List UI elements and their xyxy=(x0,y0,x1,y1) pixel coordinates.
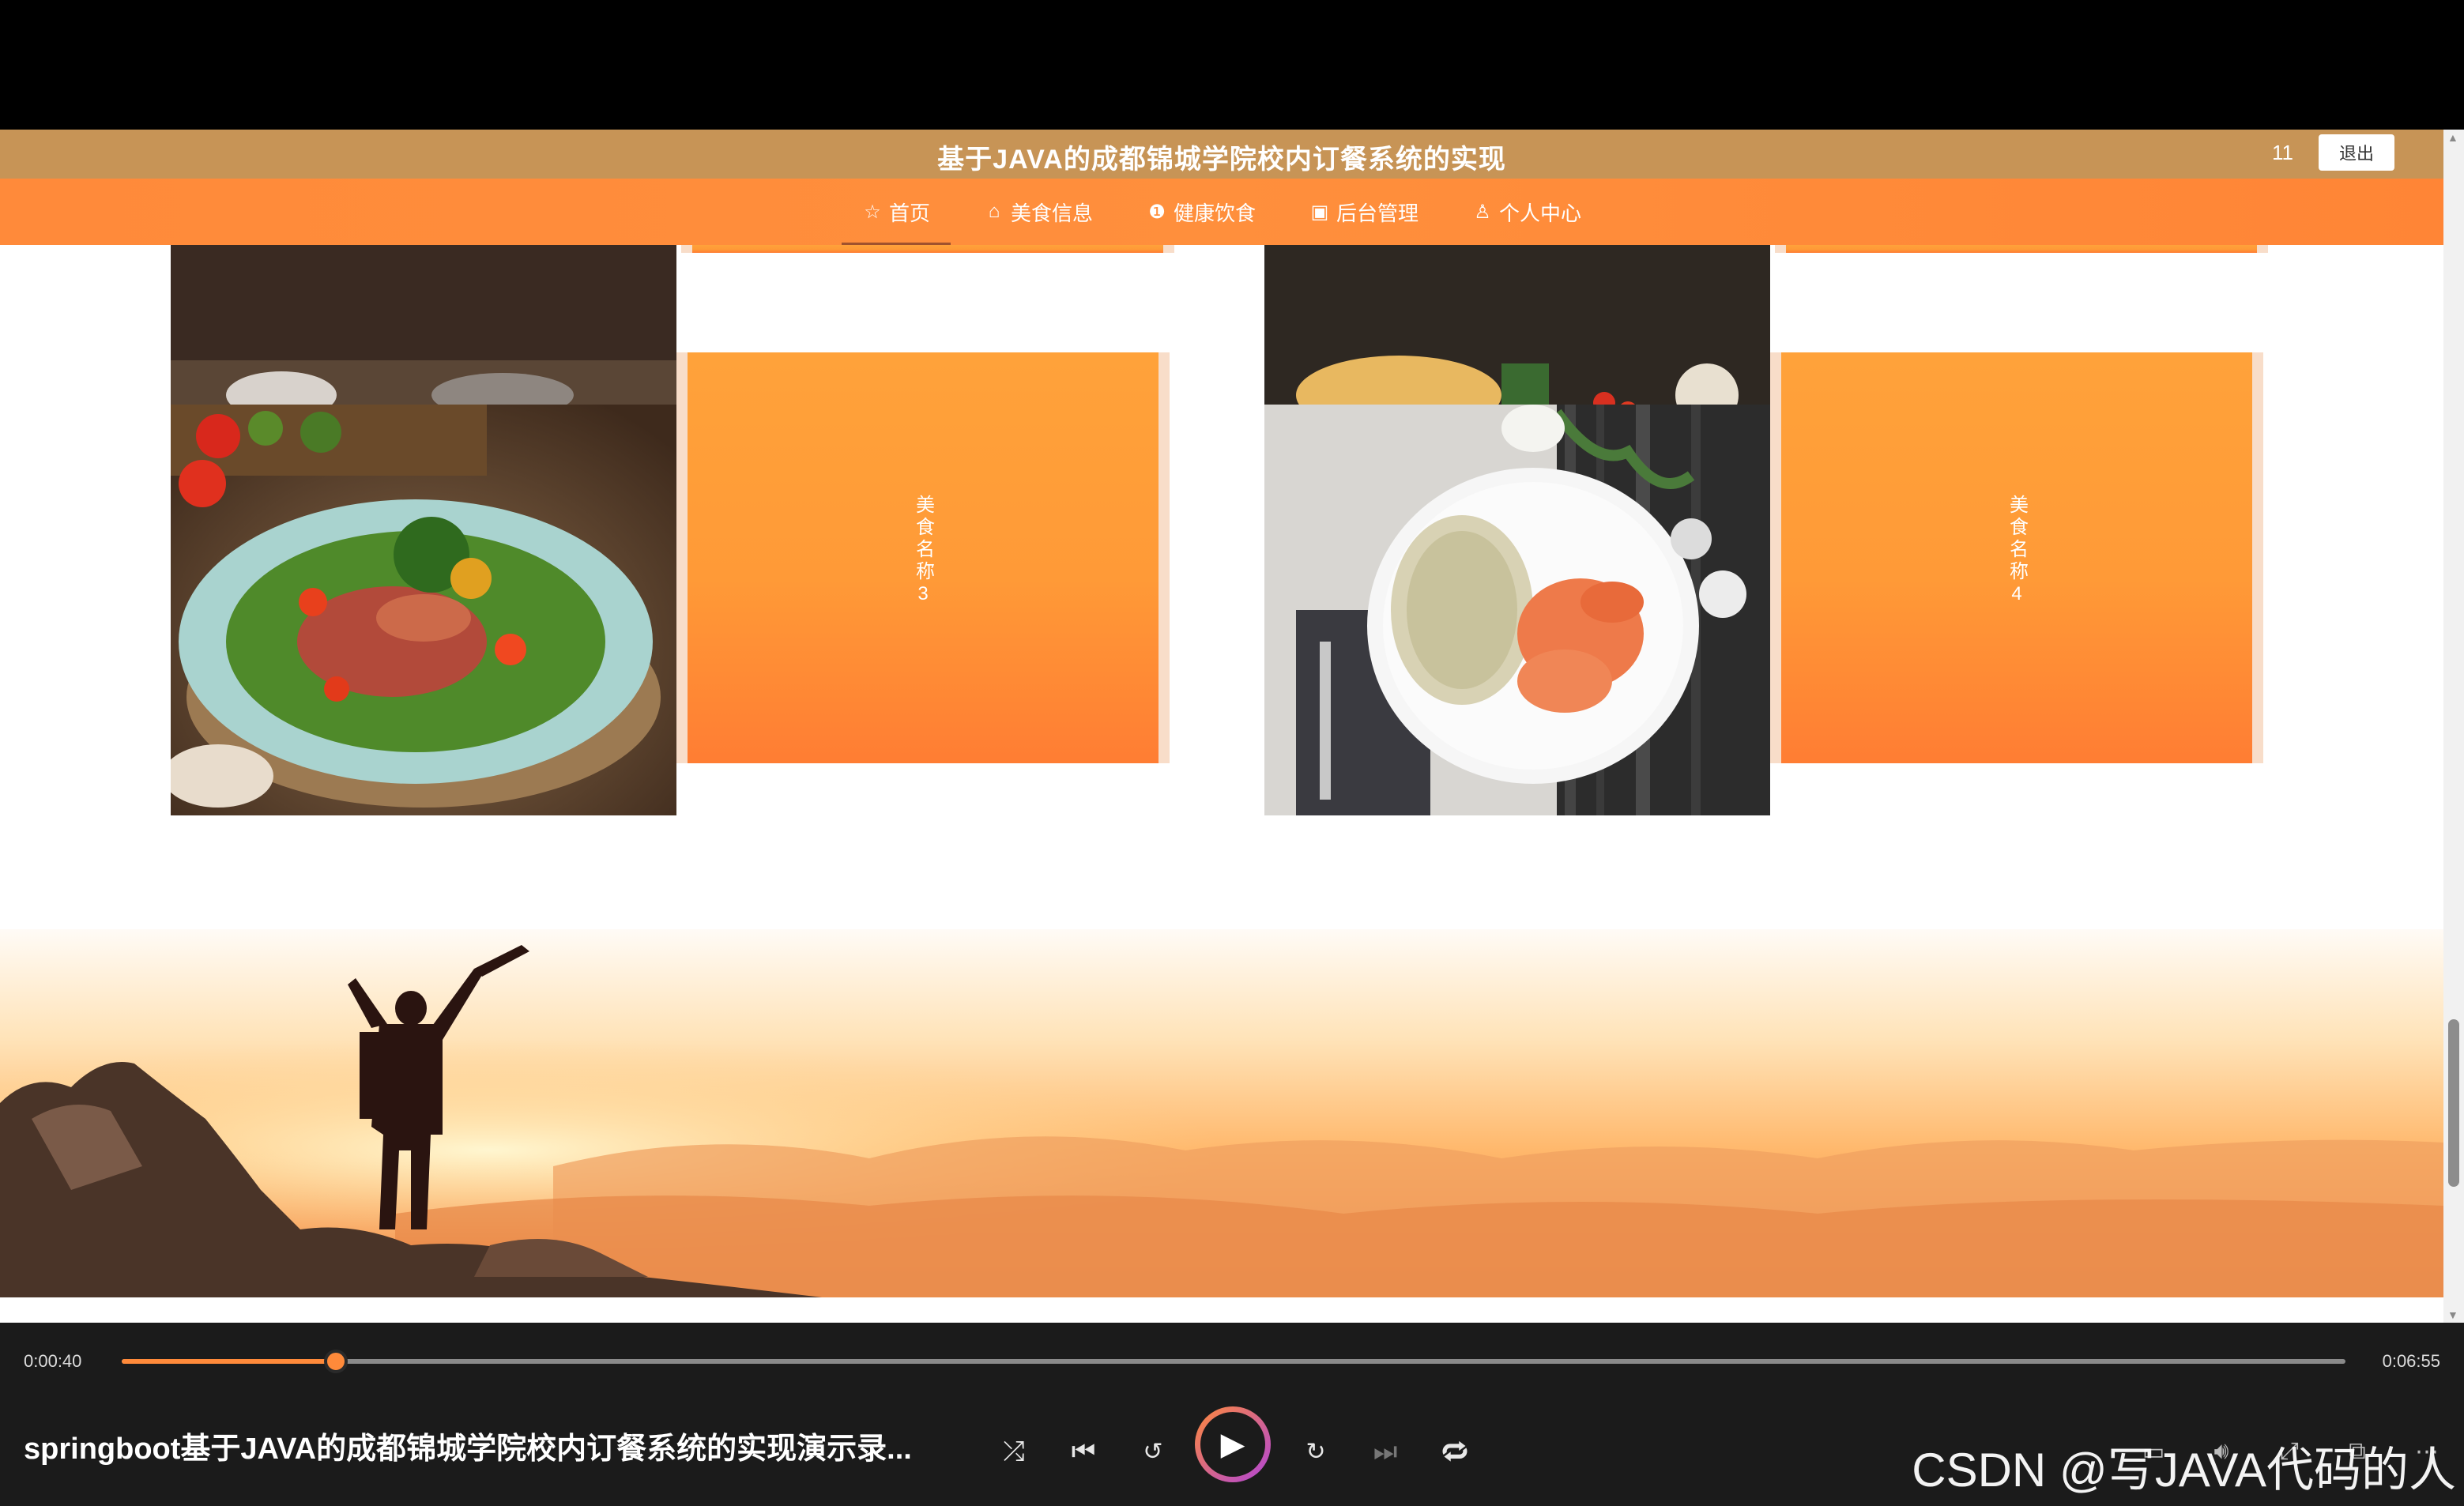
food-name: 美食名称3 xyxy=(912,495,934,608)
steak-salad-image xyxy=(171,405,676,815)
food-image-4[interactable] xyxy=(1264,405,1770,815)
scroll-up-icon[interactable]: ▲ xyxy=(2447,131,2458,144)
nav-item-label: 健康饮食 xyxy=(1173,201,1256,225)
total-time: 0:06:55 xyxy=(2382,1351,2440,1371)
video-title: springboot基于JAVA的成都锦城学院校内订餐系统的实现演示录... xyxy=(24,1433,912,1466)
seek-progress xyxy=(122,1359,337,1364)
logout-button[interactable]: 退出 xyxy=(2319,134,2394,171)
next-icon[interactable]: ⏭ xyxy=(1366,1432,1405,1471)
sunset-hiker-graphic xyxy=(0,929,2443,1297)
nav-item-label: 后台管理 xyxy=(1336,201,1419,225)
food-image-2[interactable] xyxy=(1264,245,1770,430)
seek-handle[interactable] xyxy=(324,1350,349,1373)
bag-icon: ⌂ xyxy=(988,201,1000,222)
csdn-watermark: CSDN @写JAVA代码的人 xyxy=(1912,1444,2456,1497)
scroll-down-icon[interactable]: ▼ xyxy=(2447,1308,2458,1321)
food-image-1-graphic xyxy=(171,245,676,430)
info-icon: ❶ xyxy=(1148,201,1166,223)
user-icon: ♙ xyxy=(1474,201,1491,223)
shrimp-rice-image xyxy=(1264,405,1770,815)
star-icon: ☆ xyxy=(864,201,881,223)
food-name: 美食名称4 xyxy=(2006,495,2028,608)
shuffle-icon[interactable]: ⤮ xyxy=(994,1432,1034,1471)
username-label: 11 xyxy=(2272,141,2293,164)
web-page: 基于JAVA的成都锦城学院校内订餐系统的实现 11 退出 ☆ 首页 ⌂ 美食信息… xyxy=(0,130,2464,1323)
nav-item-healthy-diet[interactable]: ❶ 健康饮食 xyxy=(1120,179,1283,245)
site-title: 基于JAVA的成都锦城学院校内订餐系统的实现 xyxy=(937,145,1506,175)
nav-item-label: 首页 xyxy=(888,201,930,225)
previous-icon[interactable]: ⏮ xyxy=(1064,1432,1103,1471)
play-icon: ▶ xyxy=(1200,1412,1265,1477)
nav-item-food-info[interactable]: ⌂ 美食信息 xyxy=(957,179,1120,245)
main-nav: ☆ 首页 ⌂ 美食信息 ❶ 健康饮食 ▣ 后台管理 ♙ 个人中心 xyxy=(0,179,2443,245)
food-image-1[interactable] xyxy=(171,245,676,430)
scrollbar-thumb[interactable] xyxy=(2448,1019,2459,1187)
briefcase-icon: ▣ xyxy=(1310,201,1329,223)
forward-30-icon[interactable]: ↻ xyxy=(1296,1432,1336,1471)
repeat-icon[interactable]: 🔁︎ xyxy=(1435,1432,1475,1471)
food-panel-4[interactable]: 美食名称4 xyxy=(1770,352,2263,763)
page-scrollbar[interactable]: ▲ ▼ xyxy=(2443,130,2464,1323)
nav-item-profile[interactable]: ♙ 个人中心 xyxy=(1445,179,1608,245)
food-image-3[interactable] xyxy=(171,405,676,815)
food-panel-2[interactable] xyxy=(1775,245,2268,253)
nav-item-label: 美食信息 xyxy=(1010,201,1093,225)
nav-item-admin[interactable]: ▣ 后台管理 xyxy=(1283,179,1445,245)
site-header: 基于JAVA的成都锦城学院校内订餐系统的实现 11 退出 xyxy=(0,130,2443,179)
nav-item-label: 个人中心 xyxy=(1499,201,1582,225)
seek-bar[interactable] xyxy=(122,1350,2345,1373)
food-image-2-graphic xyxy=(1264,245,1770,430)
rewind-10-icon[interactable]: ↺ xyxy=(1133,1432,1173,1471)
food-panel-1[interactable] xyxy=(681,245,1174,253)
food-panel-3[interactable]: 美食名称3 xyxy=(676,352,1170,763)
current-time: 0:00:40 xyxy=(24,1351,82,1371)
footer-banner xyxy=(0,929,2443,1297)
play-button[interactable]: ▶ xyxy=(1195,1406,1271,1482)
nav-item-home[interactable]: ☆ 首页 xyxy=(835,179,957,245)
